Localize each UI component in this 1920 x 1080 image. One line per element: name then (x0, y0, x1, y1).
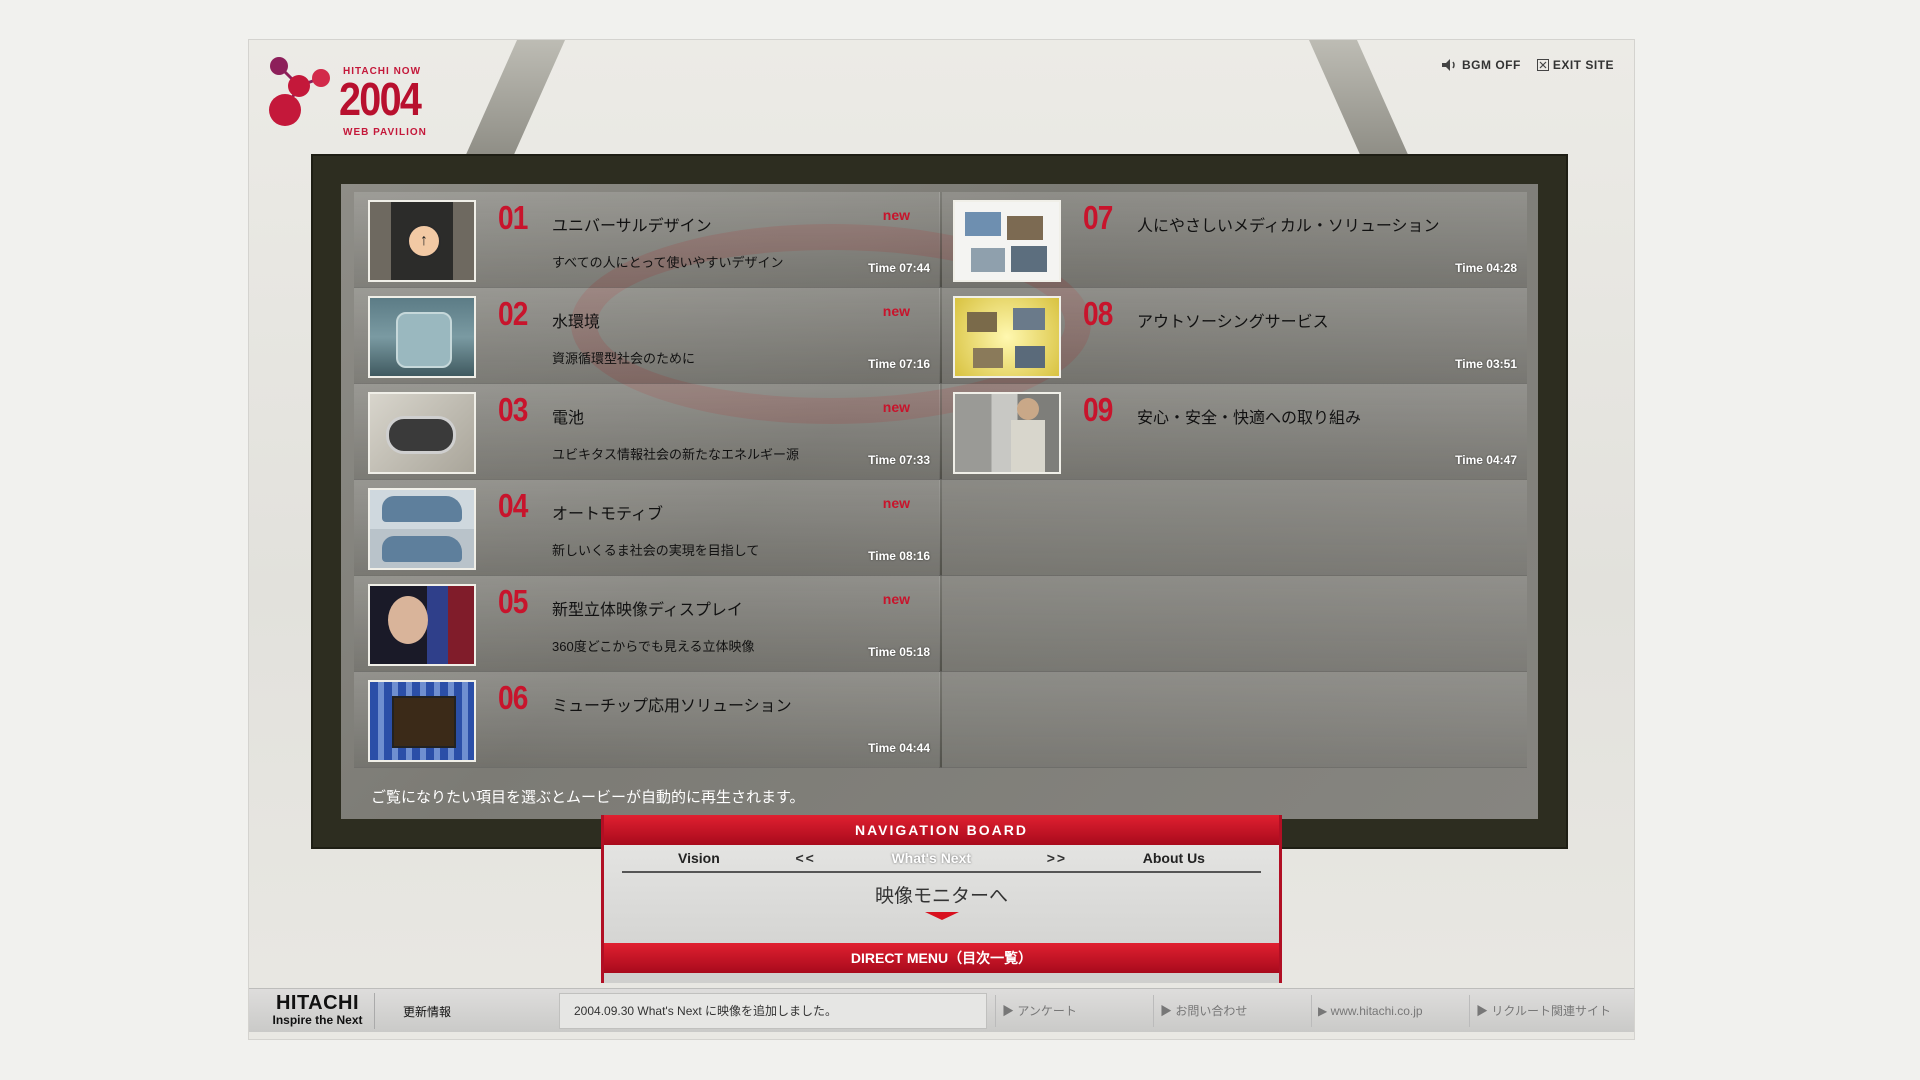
to-monitor-link[interactable]: 映像モニターへ (604, 881, 1279, 908)
movie-item[interactable]: 04 オートモティブ 新しいくるま社会の実現を目指して new Time 08:… (354, 480, 942, 576)
empty-slot (939, 672, 1527, 768)
item-duration: Time 07:33 (868, 453, 930, 467)
movie-item[interactable]: 08 アウトソーシングサービス Time 03:51 (939, 288, 1527, 384)
item-title: 人にやさしいメディカル・ソリューション (1137, 218, 1440, 235)
item-duration: Time 07:44 (868, 261, 930, 275)
next-button[interactable]: >> (1047, 850, 1067, 866)
survey-link[interactable]: ▶ アンケート (995, 995, 1147, 1027)
wall-left-decoration (465, 40, 565, 155)
item-number: 06 (498, 679, 528, 716)
item-duration: Time 04:47 (1455, 453, 1517, 467)
prev-button[interactable]: << (795, 850, 815, 866)
bgm-label: BGM OFF (1461, 58, 1521, 72)
movie-item[interactable]: 03 電池 ユビキタス情報社会の新たなエネルギー源 new Time 07:33 (354, 384, 942, 480)
item-duration: Time 04:28 (1455, 261, 1517, 275)
item-number: 04 (498, 487, 528, 524)
direct-menu-button[interactable]: DIRECT MENU（目次一覧） (604, 943, 1279, 973)
item-duration: Time 03:51 (1455, 357, 1517, 371)
movie-thumbnail (368, 680, 476, 762)
item-title: 安心・安全・快適への取り組み (1137, 410, 1362, 427)
footer-bar: HITACHI Inspire the Next 更新情報 2004.09.30… (249, 988, 1634, 1032)
site-logo[interactable]: HITACHI NOW 2004 WEB PAVILION (259, 50, 439, 150)
new-badge: new (882, 303, 910, 319)
logo-subtitle: WEB PAVILION (343, 127, 427, 138)
navboard-tabs: Vision << What's Next >> About Us (622, 845, 1261, 873)
item-duration: Time 04:44 (868, 741, 930, 755)
news-ticker: 2004.09.30 What's Next に映像を追加しました。 (559, 993, 987, 1029)
molecule-logo-icon (269, 57, 330, 126)
movie-thumbnail (953, 200, 1061, 282)
movie-item[interactable]: ↑ 01 ユニバーサルデザイン すべての人にとって使いやすいデザイン new T… (354, 192, 942, 288)
tab-about-us[interactable]: About Us (1143, 850, 1205, 866)
brand-name: HITACHI (275, 992, 360, 1014)
instruction-text: ご覧になりたい項目を選ぶとムービーが自動的に再生されます。 (371, 789, 805, 806)
item-number: 09 (1083, 391, 1113, 428)
item-subtitle: すべての人にとって使いやすいデザイン (552, 255, 784, 270)
movie-thumbnail: ↑ (368, 200, 476, 282)
navigation-board: NAVIGATION BOARD Vision << What's Next >… (601, 815, 1282, 983)
item-title: ユニバーサルデザイン (552, 218, 712, 235)
movie-list-left: ↑ 01 ユニバーサルデザイン すべての人にとって使いやすいデザイン new T… (354, 192, 942, 768)
item-title: 電池 (552, 410, 585, 427)
item-duration: Time 05:18 (868, 645, 930, 659)
new-badge: new (882, 399, 910, 415)
item-number: 01 (498, 199, 528, 236)
movie-item[interactable]: 07 人にやさしいメディカル・ソリューション Time 04:28 (939, 192, 1527, 288)
movie-thumbnail (368, 296, 476, 378)
movie-thumbnail (368, 584, 476, 666)
speaker-icon (1441, 59, 1455, 71)
empty-slot (939, 480, 1527, 576)
exit-icon (1536, 59, 1549, 71)
item-number: 02 (498, 295, 528, 332)
logo-year: 2004 (339, 73, 422, 125)
news-label: 更新情報 (403, 1005, 452, 1019)
top-links: BGM OFF EXIT SITE (1441, 58, 1614, 72)
movie-thumbnail (953, 392, 1061, 474)
item-subtitle: 資源循環型社会のために (552, 351, 696, 366)
movie-item[interactable]: 09 安心・安全・快適への取り組み Time 04:47 (939, 384, 1527, 480)
down-arrow-icon (924, 912, 959, 920)
hitachi-site-link[interactable]: ▶ www.hitachi.co.jp (1311, 995, 1463, 1027)
item-subtitle: 360度どこからでも見える立体映像 (552, 639, 755, 654)
pavilion-stage: HITACHI NOW 2004 WEB PAVILION BGM OFF EX… (248, 39, 1635, 1040)
movie-thumbnail (368, 488, 476, 570)
video-monitor: ↑ 01 ユニバーサルデザイン すべての人にとって使いやすいデザイン new T… (311, 154, 1568, 849)
item-number: 08 (1083, 295, 1113, 332)
monitor-screen: ↑ 01 ユニバーサルデザイン すべての人にとって使いやすいデザイン new T… (341, 184, 1538, 819)
item-duration: Time 07:16 (868, 357, 930, 371)
new-badge: new (882, 495, 910, 511)
exit-label: EXIT SITE (1552, 58, 1614, 72)
tab-whats-next[interactable]: What's Next (891, 850, 971, 866)
movie-thumbnail (953, 296, 1061, 378)
item-title: 水環境 (552, 314, 601, 331)
movie-thumbnail (368, 392, 476, 474)
tab-vision[interactable]: Vision (678, 850, 720, 866)
new-badge: new (882, 207, 910, 223)
recruit-link[interactable]: ▶ リクルート関連サイト (1469, 995, 1621, 1027)
item-number: 05 (498, 583, 528, 620)
new-badge: new (882, 591, 910, 607)
movie-item[interactable]: 02 水環境 資源循環型社会のために new Time 07:16 (354, 288, 942, 384)
contact-link[interactable]: ▶ お問い合わせ (1153, 995, 1305, 1027)
item-title: ミューチップ応用ソリューション (552, 698, 792, 715)
item-number: 03 (498, 391, 528, 428)
empty-slot (939, 576, 1527, 672)
item-subtitle: 新しいくるま社会の実現を目指して (552, 543, 760, 558)
brand-tagline: Inspire the Next (272, 1013, 363, 1027)
exit-site-link[interactable]: EXIT SITE (1536, 58, 1614, 72)
movie-item[interactable]: 06 ミューチップ応用ソリューション Time 04:44 (354, 672, 942, 768)
item-subtitle: ユビキタス情報社会の新たなエネルギー源 (552, 447, 800, 462)
item-duration: Time 08:16 (868, 549, 930, 563)
item-title: 新型立体映像ディスプレイ (552, 602, 743, 619)
movie-item[interactable]: 05 新型立体映像ディスプレイ 360度どこからでも見える立体映像 new Ti… (354, 576, 942, 672)
navboard-title: NAVIGATION BOARD (604, 815, 1279, 845)
movie-list-right: 07 人にやさしいメディカル・ソリューション Time 04:28 08 アウト… (939, 192, 1527, 768)
item-title: アウトソーシングサービス (1137, 314, 1329, 331)
item-number: 07 (1083, 199, 1113, 236)
bgm-toggle[interactable]: BGM OFF (1441, 58, 1521, 72)
item-title: オートモティブ (552, 506, 664, 523)
hitachi-logo[interactable]: HITACHI Inspire the Next (261, 993, 375, 1029)
wall-right-decoration (1309, 40, 1409, 155)
